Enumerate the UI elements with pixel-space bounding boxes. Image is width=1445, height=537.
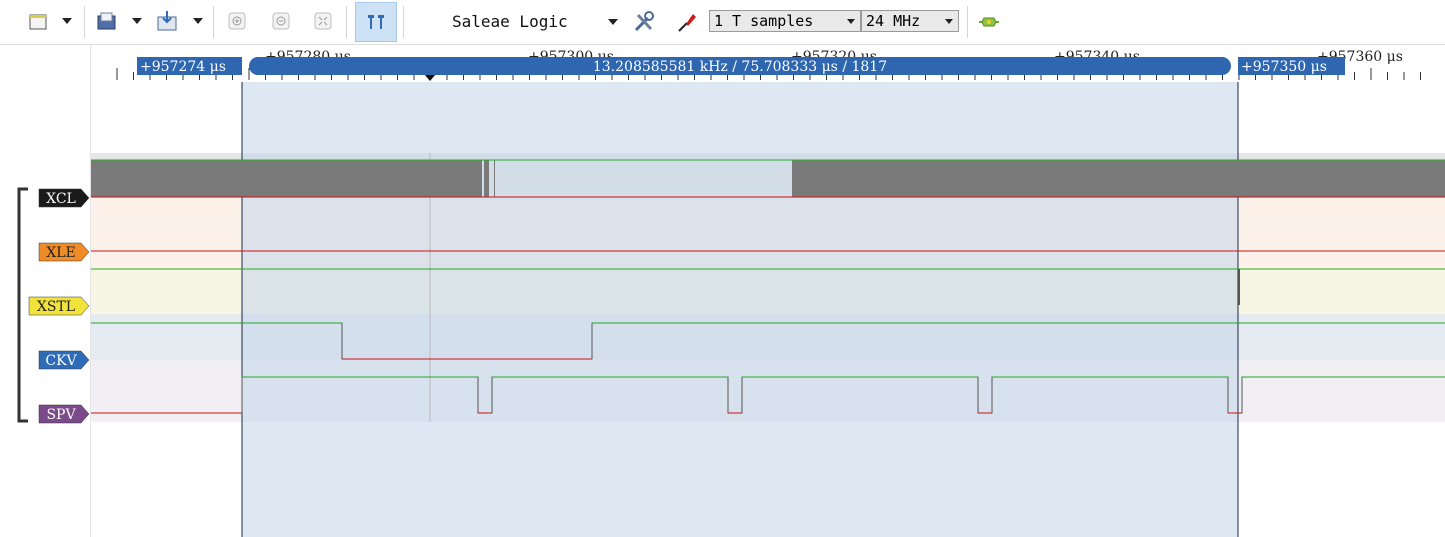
right-marker-label: +957350 μs (1241, 59, 1327, 75)
channel-label-ckv: CKV (45, 353, 77, 369)
xcl-clock-burst (494, 160, 495, 197)
left-marker-label: +957274 μs (140, 59, 226, 75)
xcl-clock-burst (91, 160, 482, 197)
selection-region (242, 82, 1238, 537)
channel-label-xstl: XSTL (37, 299, 75, 315)
xcl-clock-burst (792, 160, 1445, 197)
measurement-label: 13.208585581 kHz / 75.708333 μs / 1817 (593, 59, 887, 75)
xcl-clock-burst (484, 160, 489, 197)
channel-group-bracket[interactable] (17, 187, 28, 423)
channel-label-xle: XLE (46, 245, 75, 261)
channel-label-xcl: XCL (46, 191, 76, 207)
waveform-view[interactable]: +957280 μs+957300 μs+957320 μs+957340 μs… (0, 0, 1445, 537)
channel-label-spv: SPV (46, 407, 76, 423)
cursor-handle-icon[interactable] (424, 74, 436, 81)
